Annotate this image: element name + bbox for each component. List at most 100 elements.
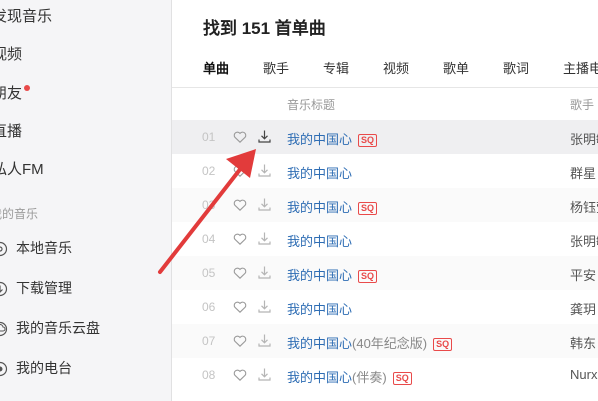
sidebar-item-fm[interactable]: 私人FM [0, 155, 44, 185]
sidebar-item-video[interactable]: 视频 [0, 40, 22, 70]
download-icon [0, 282, 8, 297]
download-icon[interactable] [257, 129, 272, 144]
heart-icon[interactable] [233, 130, 247, 144]
sidebar-section-my-music: 我的音乐 [0, 207, 39, 221]
song-artist[interactable]: 群星 [570, 163, 596, 182]
tab-songs[interactable]: 单曲 [203, 58, 229, 77]
song-title[interactable]: 我的中国心(40年纪念版) SQ [287, 333, 453, 352]
track-number: 02 [202, 164, 216, 178]
tab-playlists[interactable]: 歌单 [443, 58, 469, 77]
sidebar-item-discover[interactable]: 发现音乐 [0, 2, 52, 32]
download-icon[interactable] [257, 299, 272, 314]
song-artist[interactable]: 平安 [570, 265, 596, 284]
heart-icon[interactable] [233, 368, 247, 382]
song-title[interactable]: 我的中国心(伴奏) SQ [287, 367, 412, 386]
song-subtitle: (40年纪念版) [352, 336, 428, 351]
search-results-panel: 找到 151 首单曲 单曲 歌手 专辑 视频 歌单 歌词 主播电台 音乐标题 歌… [172, 0, 598, 401]
table-row[interactable]: 06 我的中国心 龚玥 [172, 290, 598, 324]
sq-badge: SQ [358, 134, 378, 147]
tab-albums[interactable]: 专辑 [323, 58, 349, 77]
song-artist[interactable]: 龚玥 [570, 299, 596, 318]
table-row[interactable]: 05 我的中国心 SQ 平安 [172, 256, 598, 290]
sidebar-item-label: 我的音乐云盘 [16, 320, 100, 336]
sidebar-item-downloads[interactable]: 下载管理 [0, 273, 72, 303]
download-icon[interactable] [257, 163, 272, 178]
song-title[interactable]: 我的中国心 [287, 231, 352, 250]
song-title-text: 我的中国心 [287, 302, 353, 317]
table-row[interactable]: 04 我的中国心 张明敏 [172, 222, 598, 256]
heart-icon[interactable] [233, 164, 247, 178]
track-number: 01 [202, 130, 216, 144]
result-tabs: 单曲 歌手 专辑 视频 歌单 歌词 主播电台 [172, 58, 598, 78]
sidebar-item-local-music[interactable]: 本地音乐 [0, 233, 72, 263]
song-artist[interactable]: Nurx [570, 367, 597, 382]
song-title[interactable]: 我的中国心 SQ [287, 129, 378, 148]
sq-badge: SQ [358, 202, 378, 215]
table-row[interactable]: 03 我的中国心 SQ 杨钰莹 [172, 188, 598, 222]
song-title[interactable]: 我的中国心 [287, 299, 352, 318]
sidebar-item-friends[interactable]: 朋友 [0, 79, 31, 109]
sidebar-item-label: 直播 [0, 123, 23, 140]
song-artist[interactable]: 韩东 [570, 333, 596, 352]
heart-icon[interactable] [233, 198, 247, 212]
sidebar-item-label: 朋友 [0, 85, 23, 102]
download-icon[interactable] [257, 367, 272, 382]
table-row[interactable]: 01 我的中国心 SQ 张明敏 [172, 120, 598, 154]
sq-badge: SQ [358, 270, 378, 283]
sidebar-item-label: 本地音乐 [16, 240, 72, 256]
tab-artists[interactable]: 歌手 [263, 58, 289, 77]
sidebar-item-label: 下载管理 [16, 280, 72, 296]
download-icon[interactable] [257, 333, 272, 348]
radio-icon [0, 362, 8, 377]
song-title-text: 我的中国心 [287, 166, 353, 181]
heart-icon[interactable] [233, 334, 247, 348]
song-title[interactable]: 我的中国心 SQ [287, 197, 378, 216]
sidebar-item-live[interactable]: 直播 [0, 117, 22, 147]
table-row[interactable]: 08 我的中国心(伴奏) SQ Nurx [172, 358, 598, 392]
table-row[interactable]: 07 我的中国心(40年纪念版) SQ 韩东 [172, 324, 598, 358]
track-number: 05 [202, 266, 216, 280]
music-note-icon [0, 242, 8, 257]
song-title-text: 我的中国心 [287, 336, 353, 351]
song-title-text: 我的中国心 [287, 234, 353, 249]
song-subtitle: (伴奏) [352, 370, 387, 385]
download-icon[interactable] [257, 265, 272, 280]
sq-badge: SQ [433, 338, 453, 351]
song-title[interactable]: 我的中国心 SQ [287, 265, 378, 284]
sidebar-item-cloud[interactable]: 我的音乐云盘 [0, 313, 100, 343]
cloud-icon [0, 322, 8, 337]
track-number: 03 [202, 198, 216, 212]
column-artist[interactable]: 歌手 [570, 96, 594, 113]
download-icon[interactable] [257, 231, 272, 246]
tab-radio[interactable]: 主播电台 [563, 58, 598, 77]
sidebar-item-label: 私人FM [0, 161, 44, 178]
song-title-text: 我的中国心 [287, 268, 353, 283]
song-title[interactable]: 我的中国心 [287, 163, 352, 182]
song-title-text: 我的中国心 [287, 370, 353, 385]
song-artist[interactable]: 张明敏 [570, 129, 598, 148]
song-artist[interactable]: 张明敏 [570, 231, 598, 250]
tab-lyrics[interactable]: 歌词 [503, 58, 529, 77]
track-number: 06 [202, 300, 216, 314]
track-number: 08 [202, 368, 216, 382]
tab-videos[interactable]: 视频 [383, 58, 409, 77]
heart-icon[interactable] [233, 300, 247, 314]
sidebar-item-label: 视频 [0, 46, 23, 63]
table-header: 音乐标题 歌手 [172, 88, 598, 120]
page-title: 找到 151 首单曲 [203, 19, 326, 38]
heart-icon[interactable] [233, 232, 247, 246]
song-title-text: 我的中国心 [287, 132, 353, 147]
song-artist[interactable]: 杨钰莹 [570, 197, 598, 216]
track-number: 04 [202, 232, 216, 246]
table-row[interactable]: 02 我的中国心 群星 [172, 154, 598, 188]
download-icon[interactable] [257, 197, 272, 212]
sidebar-item-label: 发现音乐 [0, 8, 53, 25]
sidebar: 发现音乐 视频 朋友 直播 私人FM 我的音乐 本地音乐 下载管理 我的音乐云盘… [0, 0, 172, 401]
column-title[interactable]: 音乐标题 [287, 96, 335, 113]
sidebar-item-radio[interactable]: 我的电台 [0, 353, 72, 383]
sq-badge: SQ [392, 372, 412, 385]
song-title-text: 我的中国心 [287, 200, 353, 215]
notification-dot [24, 85, 31, 91]
sidebar-item-label: 我的电台 [16, 360, 72, 376]
heart-icon[interactable] [233, 266, 247, 280]
